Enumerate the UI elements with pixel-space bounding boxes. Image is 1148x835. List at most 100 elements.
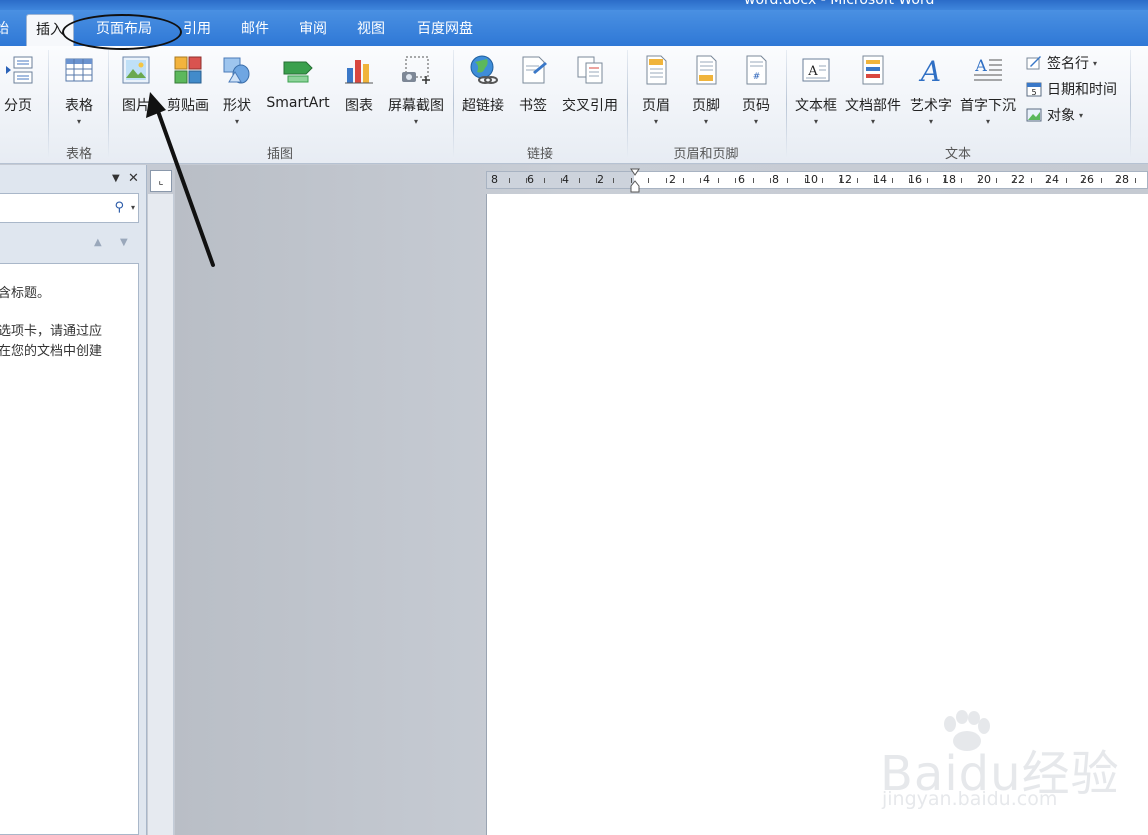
- chevron-down-icon: ▾: [985, 117, 990, 126]
- table-icon: [65, 58, 93, 82]
- page-number-button[interactable]: # 页码 ▾: [736, 54, 776, 126]
- cross-reference-icon: [577, 56, 603, 84]
- ruler-tick: [961, 178, 962, 183]
- header-label: 页眉: [642, 98, 670, 114]
- nav-hint-line: 在您的文档中创建: [0, 344, 103, 359]
- tab-references[interactable]: 引用: [176, 14, 218, 46]
- ruler-tick: [927, 178, 928, 183]
- quick-parts-button[interactable]: 文档部件 ▾: [842, 54, 904, 126]
- signature-line-button[interactable]: 签名行 ▾: [1026, 52, 1097, 74]
- screenshot-button[interactable]: 屏幕截图 ▾: [384, 54, 448, 126]
- close-icon[interactable]: ✕: [128, 171, 139, 186]
- ruler-number: 4: [703, 173, 710, 186]
- ruler-tick: [561, 178, 562, 183]
- ruler-tick: [840, 178, 841, 183]
- chevron-down-icon: ▾: [753, 117, 758, 126]
- group-label-header-footer: 页眉和页脚: [673, 147, 739, 162]
- chevron-down-icon[interactable]: ▾: [131, 203, 135, 212]
- ruler-tick: [700, 178, 701, 183]
- ruler-number: 16: [908, 173, 922, 186]
- vertical-ruler: [148, 194, 174, 835]
- ruler-tick: [596, 178, 597, 183]
- ruler-tick: [1101, 178, 1102, 183]
- horizontal-ruler[interactable]: 8 6 4 2 2 4 6 8 10 12 14 16 18 20 22 24 …: [486, 171, 1148, 189]
- tab-home[interactable]: 始: [0, 14, 12, 46]
- ruler-tick: [1031, 178, 1032, 183]
- table-button[interactable]: 表格 ▾: [58, 54, 100, 126]
- chevron-down-icon: ▾: [653, 117, 658, 126]
- calendar-icon: 5: [1026, 82, 1042, 97]
- ruler-tick: [718, 178, 719, 183]
- tab-view[interactable]: 视图: [350, 14, 392, 46]
- next-heading-icon[interactable]: ▼: [120, 237, 128, 248]
- bookmark-button[interactable]: 书签: [514, 54, 552, 115]
- search-icon[interactable]: ⚲: [114, 200, 124, 215]
- page-break-button[interactable]: 分页: [0, 54, 38, 115]
- ruler-tick: [1135, 178, 1136, 183]
- navigation-search-input[interactable]: ⚲ ▾: [0, 193, 139, 223]
- chart-label: 图表: [345, 98, 373, 114]
- picture-icon: [122, 56, 150, 84]
- footer-button[interactable]: 页脚 ▾: [686, 54, 726, 126]
- separator: [453, 50, 454, 158]
- textbox-label: 文本框: [795, 98, 837, 114]
- annotation-ellipse: [62, 14, 182, 50]
- ruler-tick: [1118, 178, 1119, 183]
- tab-baidu-netdisk[interactable]: 百度网盘: [408, 14, 482, 46]
- signature-line-label: 签名行: [1047, 56, 1089, 72]
- smartart-button[interactable]: SmartArt: [262, 54, 334, 111]
- ruler-tick: [857, 178, 858, 183]
- ruler-tick: [944, 178, 945, 183]
- wordart-button[interactable]: A 艺术字 ▾: [906, 54, 956, 126]
- date-time-button[interactable]: 5 日期和时间: [1026, 78, 1117, 100]
- ruler-number: 2: [597, 173, 604, 186]
- ruler-number: 8: [491, 173, 498, 186]
- globe-link-icon: [470, 55, 498, 84]
- group-label-links: 链接: [526, 147, 553, 162]
- clipart-icon: [174, 56, 202, 84]
- object-label: 对象: [1047, 108, 1075, 124]
- hyperlink-button[interactable]: 超链接: [458, 54, 508, 115]
- page-break-icon: [6, 56, 33, 84]
- previous-heading-icon[interactable]: ▲: [94, 237, 102, 248]
- cross-reference-button[interactable]: 交叉引用: [558, 54, 622, 115]
- textbox-button[interactable]: A 文本框 ▾: [792, 54, 840, 126]
- indent-marker-icon[interactable]: [630, 168, 640, 194]
- ruler-tick: [735, 178, 736, 183]
- footer-icon: [696, 55, 717, 85]
- tab-mailings[interactable]: 邮件: [234, 14, 276, 46]
- screenshot-icon: [402, 56, 430, 84]
- object-icon: [1026, 108, 1042, 122]
- object-button[interactable]: 对象 ▾: [1026, 104, 1083, 126]
- header-button[interactable]: 页眉 ▾: [636, 54, 676, 126]
- pane-options-chevron-icon[interactable]: ▼: [112, 173, 120, 184]
- ruler-tick: [1014, 178, 1015, 183]
- chevron-down-icon: ▾: [1093, 58, 1098, 68]
- nav-hint-line: 选项卡，请通过应: [0, 324, 103, 339]
- ruler-number: 6: [527, 173, 534, 186]
- separator: [48, 50, 49, 158]
- ruler-tick: [874, 178, 875, 183]
- drop-cap-button[interactable]: A 首字下沉 ▾: [956, 54, 1020, 126]
- ruler-tick: [787, 178, 788, 183]
- navigation-pane-header: ▼ ✕: [0, 169, 147, 191]
- footer-label: 页脚: [692, 98, 720, 114]
- signature-icon: [1026, 56, 1041, 70]
- ruler-tick: [1066, 178, 1067, 183]
- separator: [627, 50, 628, 158]
- ruler-tick: [770, 178, 771, 183]
- group-label-text: 文本: [944, 147, 971, 162]
- separator: [108, 50, 109, 158]
- svg-text:A: A: [974, 56, 987, 75]
- svg-text:5: 5: [1031, 88, 1036, 97]
- ruler-number: 2: [669, 173, 676, 186]
- ruler-tick: [892, 178, 893, 183]
- chart-button[interactable]: 图表: [340, 54, 378, 115]
- separator: [786, 50, 787, 158]
- svg-text:A: A: [918, 55, 941, 86]
- tab-review[interactable]: 审阅: [292, 14, 334, 46]
- navigation-pane: ▼ ✕ ⚲ ▾ ▲ ▼ 含标题。 选项卡，请通过应 在您的文档中创建: [0, 165, 147, 835]
- nav-hint-line: 含标题。: [0, 286, 51, 301]
- window-title: word.docx - Microsoft Word: [744, 0, 935, 8]
- textbox-icon: A: [802, 58, 830, 82]
